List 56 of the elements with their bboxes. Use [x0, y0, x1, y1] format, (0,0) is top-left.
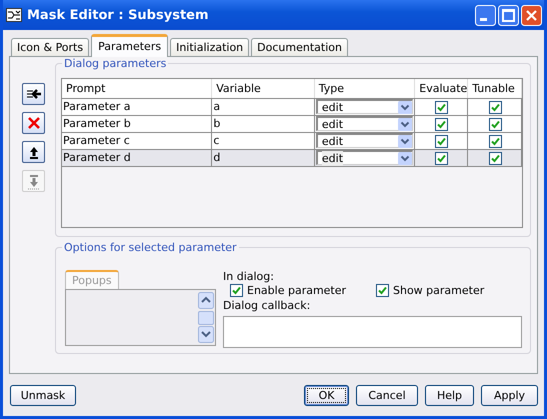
label: In dialog: [223, 270, 275, 284]
label: Dialog callback: [223, 299, 312, 313]
table-row[interactable]: Parameter d d edit [62, 149, 522, 167]
checkbox[interactable] [376, 284, 389, 298]
dialog-button[interactable]: Apply [481, 385, 538, 406]
type-dropdown[interactable]: edit [316, 133, 414, 148]
callback-field[interactable] [223, 316, 522, 348]
dialog-button[interactable]: Cancel [356, 385, 418, 406]
checkbox-label: Enable parameter [247, 284, 346, 298]
table-row[interactable]: Parameter a a edit [62, 98, 522, 115]
tab[interactable]: Documentation [251, 38, 348, 56]
chevron-down-icon [398, 118, 412, 130]
column-header[interactable]: Tunable [468, 79, 522, 98]
dialog-button[interactable]: Unmask [10, 385, 76, 406]
group-title: Options for selected parameter [62, 241, 239, 254]
close-icon[interactable] [521, 4, 542, 26]
checkbox-label: Show parameter [393, 284, 484, 298]
column-header[interactable]: Evaluate [415, 79, 468, 98]
table-row[interactable]: Parameter c c edit [62, 132, 522, 149]
checkbox[interactable] [488, 134, 502, 148]
checkbox[interactable] [488, 118, 502, 130]
table-row[interactable]: Parameter b b edit [62, 115, 522, 132]
tab[interactable]: Initialization [170, 38, 250, 56]
chevron-down-icon [398, 100, 412, 114]
column-header[interactable]: Prompt [62, 79, 212, 98]
tab[interactable]: Parameters [91, 34, 168, 57]
minimize-icon[interactable] [475, 4, 496, 26]
checkbox[interactable] [435, 100, 448, 114]
table-cell: d [212, 150, 315, 166]
arrow-up-button[interactable] [22, 141, 45, 163]
maximize-icon[interactable] [498, 4, 519, 26]
type-dropdown[interactable]: edit [316, 150, 414, 165]
type-dropdown[interactable]: edit [316, 99, 414, 114]
scroll-down-icon[interactable] [198, 326, 214, 343]
checkbox[interactable] [435, 152, 448, 164]
checkbox[interactable] [435, 118, 448, 130]
dialog-button[interactable]: OK [304, 385, 349, 406]
checkbox[interactable] [435, 134, 448, 148]
arrow-left-button[interactable] [22, 83, 45, 105]
table-cell: Parameter d [62, 150, 212, 166]
window-title: Mask Editor : Subsystem [27, 8, 210, 22]
dialog-button[interactable]: Help [425, 385, 474, 406]
cross-button[interactable] [22, 112, 45, 134]
column-header[interactable]: Variable [212, 79, 315, 98]
group-title: Dialog parameters [62, 57, 168, 70]
checkbox[interactable] [488, 100, 502, 114]
scrollbar-thumb[interactable] [198, 310, 214, 324]
column-header[interactable]: Type [314, 79, 416, 98]
tab[interactable]: Icon & Ports [11, 38, 90, 56]
type-dropdown[interactable]: edit [316, 116, 414, 131]
chevron-down-icon [398, 152, 412, 164]
checkbox[interactable] [230, 284, 243, 298]
scroll-up-icon[interactable] [198, 292, 214, 309]
app-icon [6, 8, 22, 22]
chevron-down-icon [398, 134, 412, 148]
checkbox[interactable] [488, 152, 502, 164]
